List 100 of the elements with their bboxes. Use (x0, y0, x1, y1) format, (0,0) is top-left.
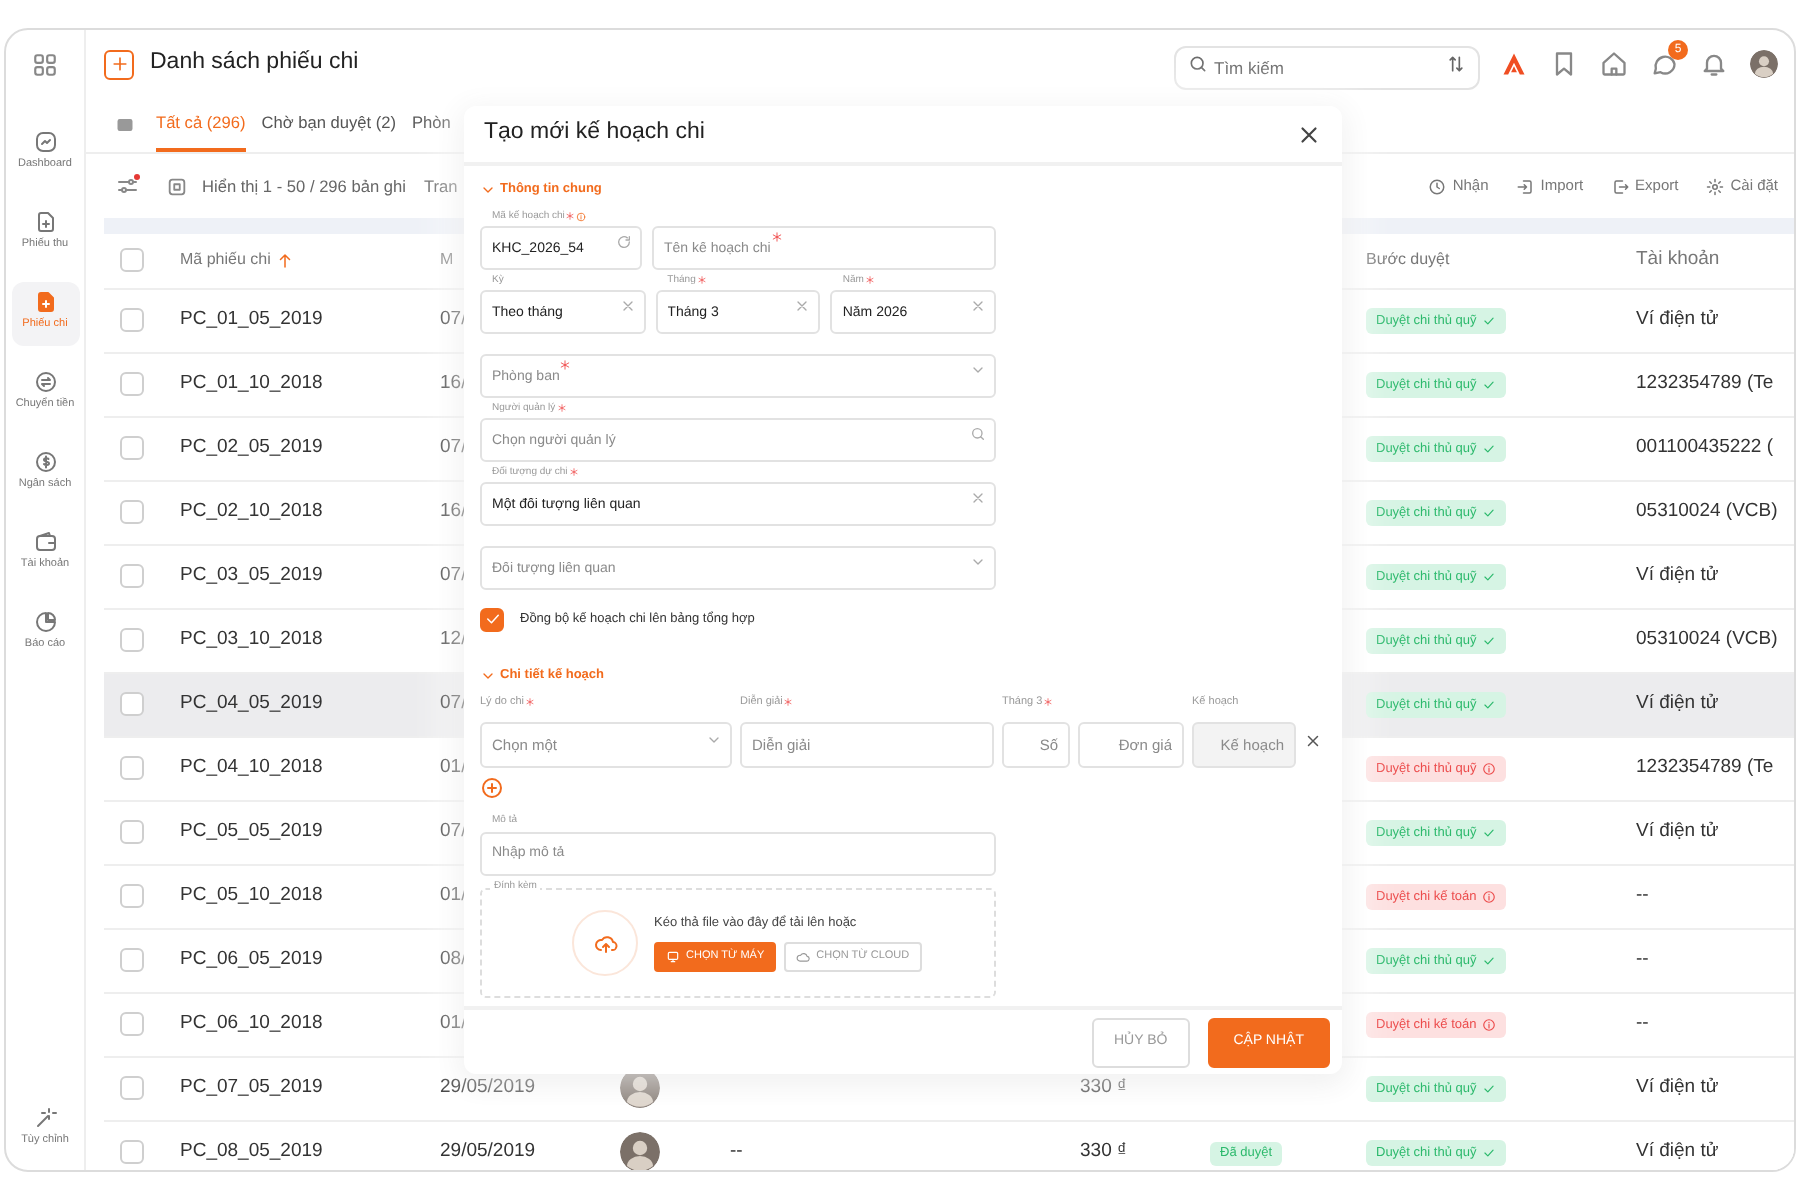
sort-arrow-icon[interactable] (276, 251, 295, 270)
clear-icon[interactable] (794, 297, 811, 314)
chevron-down-icon (706, 732, 722, 748)
import-icon (1516, 177, 1535, 195)
table-cell: Ví điện tử (1636, 691, 1719, 714)
table-cell: PC_02_05_2019 (180, 435, 323, 458)
checkbox[interactable] (120, 692, 144, 716)
chart-icon (33, 130, 57, 154)
document-icon (33, 290, 57, 314)
dialog-title: Tạo mới kế hoạch chi (484, 118, 705, 149)
column-header[interactable]: Bước duyệt (1366, 248, 1450, 273)
alert-icon (1482, 890, 1497, 905)
clock-icon (1428, 177, 1447, 195)
check-icon (1482, 826, 1497, 841)
table-cell: 1232354789 (Te (1636, 371, 1774, 394)
table-cell: PC_05_10_2018 (180, 883, 323, 906)
close-icon (1296, 121, 1322, 147)
tab[interactable]: Chờ bạn duyệt (2) (261, 98, 396, 152)
tab[interactable]: Phòn (411, 98, 451, 152)
record-count: Hiển thị 1 - 50 / 296 bản ghi (202, 173, 406, 199)
chat-icon[interactable] (1650, 50, 1678, 78)
add-button[interactable] (104, 49, 134, 79)
checkbox[interactable] (120, 308, 144, 332)
checkbox[interactable] (120, 756, 144, 780)
columns-icon[interactable] (166, 175, 188, 197)
table-cell: PC_02_10_2018 (180, 499, 323, 522)
wand-icon (33, 1106, 57, 1130)
checkbox[interactable] (120, 1140, 144, 1164)
upload-icon (593, 931, 617, 955)
toolbar-label: Tran (423, 173, 458, 199)
cloud-icon (796, 950, 811, 965)
search-field[interactable]: Tìm kiếm (1174, 46, 1480, 90)
checkbox[interactable] (120, 248, 144, 273)
checkbox[interactable] (120, 820, 144, 844)
tab[interactable]: Tất cả (296) (156, 98, 246, 152)
check-icon (1482, 1082, 1497, 1097)
alert-icon (1482, 762, 1497, 777)
search-icon (1188, 54, 1208, 74)
table-cell: 05310024 (VCB) (1636, 499, 1778, 522)
table-cell: Ví điện tử (1636, 307, 1719, 330)
close-icon (1304, 732, 1322, 750)
check-icon (1482, 442, 1497, 457)
column-header[interactable]: Tài khoản (1636, 246, 1720, 275)
table-cell: PC_07_05_2019 (180, 1075, 323, 1098)
column-header[interactable]: M (440, 248, 454, 273)
bookmark-icon[interactable] (1550, 50, 1578, 78)
clear-icon[interactable] (970, 297, 987, 314)
logo-icon[interactable] (1500, 50, 1528, 78)
table-cell: PC_06_10_2018 (180, 1011, 323, 1034)
check-icon (1482, 570, 1497, 585)
table-cell: PC_03_10_2018 (180, 627, 323, 650)
checkbox[interactable] (120, 372, 144, 396)
table-cell: PC_05_05_2019 (180, 819, 323, 842)
checkbox[interactable] (120, 1012, 144, 1036)
apps-icon[interactable] (32, 52, 58, 78)
table-cell: PC_01_10_2018 (180, 371, 323, 394)
clear-icon[interactable] (970, 489, 986, 506)
table-cell: -- (1636, 1011, 1649, 1034)
pie-chart-icon (33, 610, 57, 634)
checkbox[interactable] (120, 436, 144, 460)
bell-icon[interactable] (1700, 50, 1728, 78)
table-cell: -- (1636, 883, 1649, 906)
close-button[interactable] (1296, 121, 1322, 147)
refresh-icon[interactable] (616, 233, 632, 250)
plus-icon (109, 54, 129, 74)
clear-icon[interactable] (619, 297, 636, 314)
table-cell: 05310024 (VCB) (1636, 627, 1778, 650)
check-icon (483, 610, 501, 629)
check-icon (1482, 1146, 1497, 1161)
search-icon[interactable] (970, 425, 986, 442)
table-cell: -- (730, 1139, 743, 1162)
checkbox[interactable] (120, 500, 144, 524)
filter-icon[interactable] (116, 174, 140, 198)
checkbox[interactable] (120, 948, 144, 972)
table-cell: 330 ₫ (1080, 1139, 1127, 1162)
table-cell: PC_06_05_2019 (180, 947, 323, 970)
column-header[interactable]: Mã phiếu chi (180, 248, 271, 273)
checkbox[interactable] (120, 1076, 144, 1100)
check-icon (1482, 506, 1497, 521)
table-cell: Ví điện tử (1636, 1075, 1719, 1098)
checkbox[interactable] (120, 628, 144, 652)
info-icon[interactable] (576, 211, 587, 222)
checkbox[interactable] (120, 884, 144, 908)
check-icon (1482, 314, 1497, 329)
checkbox[interactable] (120, 564, 144, 588)
check-icon (1482, 954, 1497, 969)
exchange-icon (33, 370, 57, 394)
monitor-icon (666, 950, 680, 965)
wallet-icon (33, 530, 57, 554)
coin-icon (33, 450, 57, 474)
menu-icon[interactable] (116, 116, 134, 134)
settings-icon (1706, 177, 1725, 195)
sort-icon[interactable] (1446, 54, 1466, 74)
check-icon (1482, 634, 1497, 649)
table-cell: 330 ₫ (1080, 1075, 1127, 1098)
home-icon[interactable] (1600, 50, 1628, 78)
export-icon (1611, 177, 1630, 195)
checkbox[interactable] (480, 607, 504, 632)
table-cell: Ví điện tử (1636, 819, 1719, 842)
add-line-button[interactable] (480, 776, 504, 800)
